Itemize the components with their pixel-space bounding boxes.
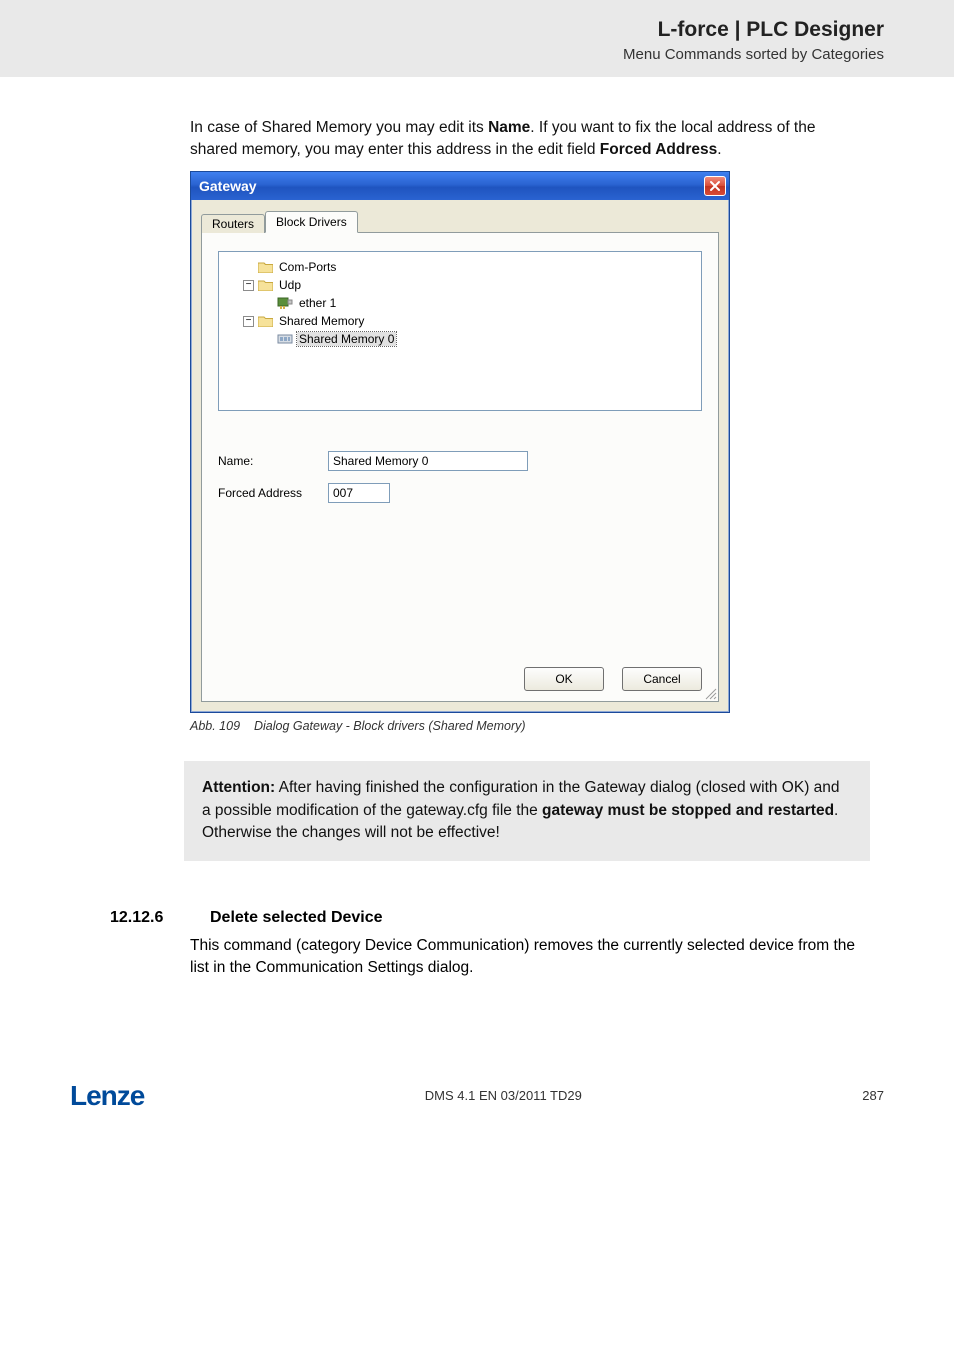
page-number: 287	[862, 1088, 884, 1103]
intro-text-c: .	[717, 141, 721, 158]
tree-node-com-ports[interactable]: Com-Ports	[225, 258, 695, 276]
tree-label-udp: Udp	[277, 278, 303, 292]
intro-text-a: In case of Shared Memory you may edit it…	[190, 119, 488, 136]
network-card-icon	[277, 296, 293, 310]
dialog-body: Routers Block Drivers Com-Ports	[191, 200, 729, 712]
lenze-logo: Lenze	[70, 1080, 144, 1112]
figure-caption-text: Dialog Gateway - Block drivers (Shared M…	[254, 719, 526, 733]
header-title: L-force | PLC Designer	[70, 18, 884, 42]
figure-number: Abb. 109	[190, 719, 240, 733]
collapse-icon[interactable]: −	[243, 316, 254, 327]
section-number: 12.12.6	[110, 909, 170, 927]
memory-icon	[277, 332, 293, 346]
folder-icon	[258, 315, 273, 327]
form-area: Name: Forced Address	[218, 451, 702, 503]
intro-name-bold: Name	[488, 119, 530, 136]
collapse-icon[interactable]: −	[243, 280, 254, 291]
name-input[interactable]	[328, 451, 528, 471]
tab-routers[interactable]: Routers	[201, 214, 265, 233]
tree-node-ether1[interactable]: ether 1	[225, 294, 695, 312]
forced-address-input[interactable]	[328, 483, 390, 503]
tree-node-shared-memory-0[interactable]: Shared Memory 0	[225, 330, 695, 348]
footer-center: DMS 4.1 EN 03/2011 TD29	[425, 1088, 582, 1103]
tab-panel-block-drivers: Com-Ports − Udp	[201, 232, 719, 702]
intro-forced-bold: Forced Address	[600, 141, 717, 158]
name-label: Name:	[218, 454, 328, 468]
section-title: Delete selected Device	[210, 909, 383, 927]
forced-address-label: Forced Address	[218, 486, 328, 500]
resize-grip-icon[interactable]	[703, 686, 717, 700]
tab-block-drivers[interactable]: Block Drivers	[265, 211, 358, 233]
tree-label-shared-memory: Shared Memory	[277, 314, 366, 328]
dialog-title: Gateway	[199, 178, 257, 194]
header-subtitle: Menu Commands sorted by Categories	[70, 46, 884, 63]
tabs: Routers Block Drivers	[201, 210, 719, 232]
tree-label-ether1: ether 1	[297, 296, 338, 310]
attention-box: Attention: After having finished the con…	[184, 761, 870, 860]
gateway-dialog: Gateway Routers Block Drivers	[190, 171, 730, 713]
close-icon[interactable]	[704, 176, 726, 196]
ok-button[interactable]: OK	[524, 667, 604, 691]
tree-label-com-ports: Com-Ports	[277, 260, 338, 274]
tree-label-shared-memory-0: Shared Memory 0	[297, 332, 396, 346]
attention-bold: gateway must be stopped and restarted	[542, 802, 834, 819]
folder-icon	[258, 261, 273, 273]
tree-view[interactable]: Com-Ports − Udp	[218, 251, 702, 411]
cancel-button[interactable]: Cancel	[622, 667, 702, 691]
tree-node-udp[interactable]: − Udp	[225, 276, 695, 294]
page-footer: Lenze DMS 4.1 EN 03/2011 TD29 287	[0, 1020, 954, 1152]
tree-node-shared-memory[interactable]: − Shared Memory	[225, 312, 695, 330]
intro-paragraph: In case of Shared Memory you may edit it…	[190, 117, 864, 162]
page-header: L-force | PLC Designer Menu Commands sor…	[0, 0, 954, 77]
figure-caption: Abb. 109 Dialog Gateway - Block drivers …	[190, 719, 864, 733]
attention-label: Attention:	[202, 779, 275, 796]
section-body: This command (category Device Communicat…	[190, 935, 864, 980]
dialog-titlebar: Gateway	[191, 172, 729, 200]
folder-icon	[258, 279, 273, 291]
